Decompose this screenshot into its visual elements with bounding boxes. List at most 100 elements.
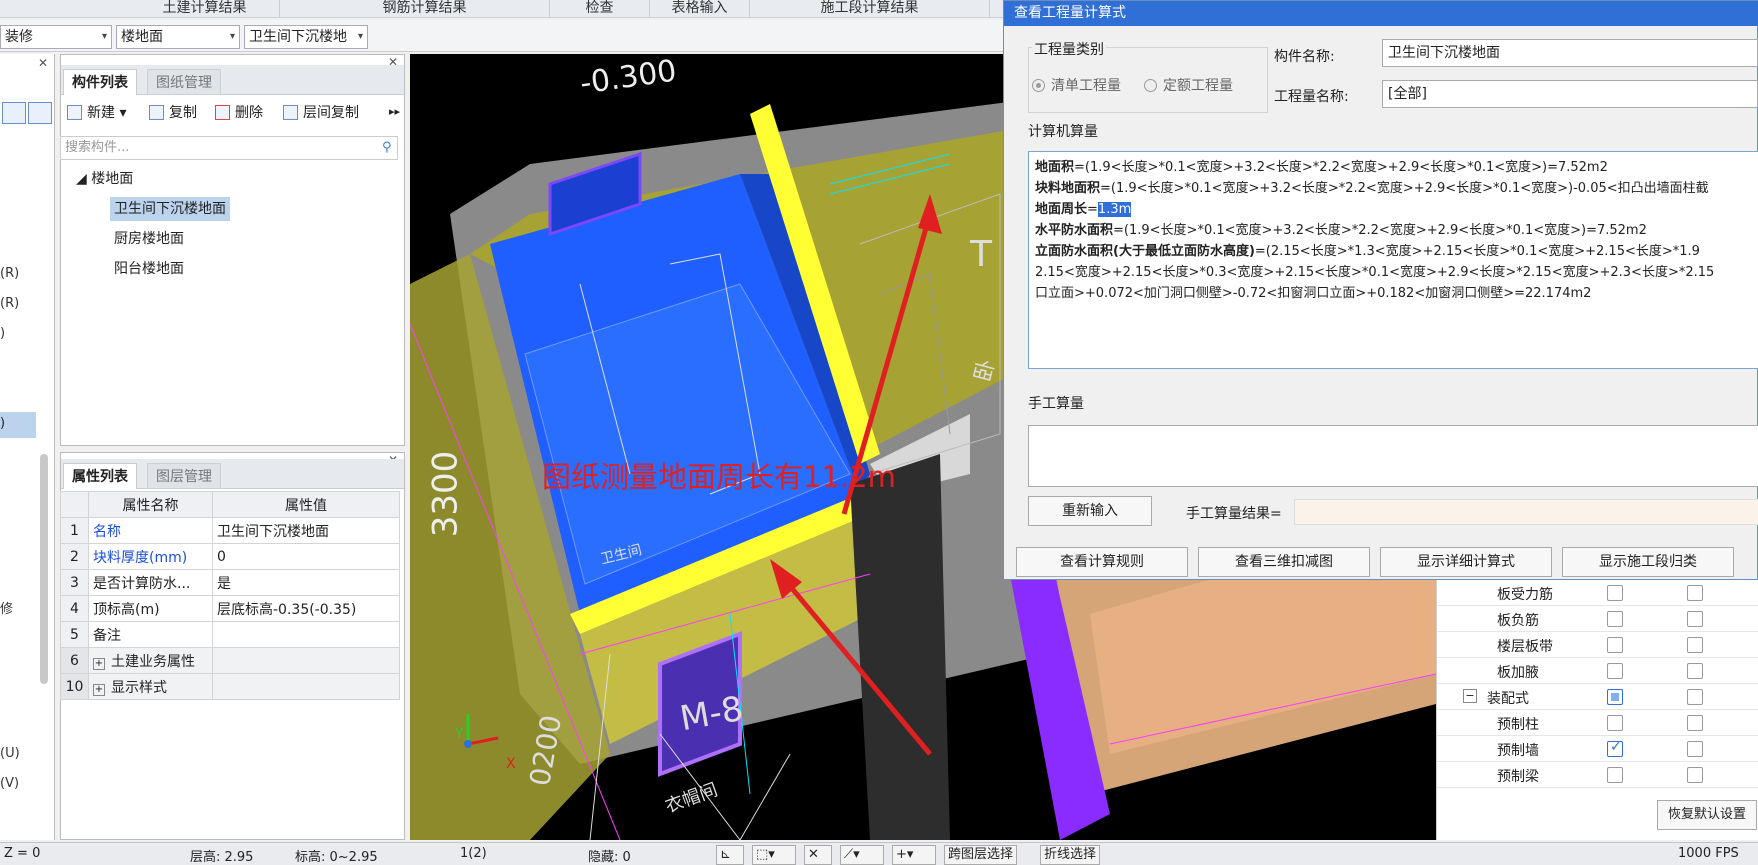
checkbox[interactable]	[1687, 611, 1703, 627]
nav-item-selected[interactable]: )	[0, 412, 36, 438]
nav-item[interactable]: (R)	[0, 296, 19, 311]
radio-bill[interactable]: 清单工程量	[1032, 75, 1121, 95]
expand-icon[interactable]: +	[93, 683, 105, 696]
cross-layer-select-button[interactable]: 跨图层选择	[944, 845, 1018, 865]
scrollbar[interactable]	[40, 454, 48, 684]
tab-component-list[interactable]: 构件列表	[63, 69, 137, 95]
checkbox[interactable]	[1687, 715, 1703, 731]
checkbox[interactable]	[1687, 637, 1703, 653]
show-detail-formula-button[interactable]: 显示详细计算式	[1380, 547, 1552, 577]
calc-formula-text[interactable]: 地面积=(1.9<长度>*0.1<宽度>+3.2<长度>*2.2<宽度>+2.9…	[1028, 151, 1758, 369]
nav-item[interactable]: (U)	[0, 746, 20, 761]
checkbox[interactable]	[1607, 715, 1623, 731]
checkbox[interactable]	[1607, 585, 1623, 601]
close-icon[interactable]: ✕	[38, 56, 48, 70]
checkbox[interactable]	[1607, 767, 1623, 783]
nav-item[interactable]: (R)	[0, 266, 19, 281]
table-row[interactable]: 4 顶标高(m) 层底标高-0.35(-0.35)	[60, 595, 400, 622]
line-tool-icon[interactable]: ⟋▾	[840, 845, 884, 865]
insert-tool-icon[interactable]: +▾	[892, 845, 936, 865]
computer-calc-label: 计算机算量	[1028, 124, 1098, 140]
reenter-button[interactable]: 重新输入	[1028, 496, 1152, 526]
table-row[interactable]: 1 名称 卫生间下沉楼地面	[60, 517, 400, 544]
checkbox[interactable]	[1607, 739, 1623, 757]
tab-property-list[interactable]: 属性列表	[63, 463, 137, 489]
tab-layer-manage[interactable]: 图层管理	[147, 463, 221, 489]
snap-icon[interactable]: ⊾	[716, 845, 744, 865]
display-settings-panel: 板受力筋 板负筋 楼层板带 板加腋 −装配式 预制柱 预制墙 预制梁 恢复默认设…	[1436, 580, 1758, 840]
radio-icon	[1032, 79, 1045, 92]
menu-check[interactable]: 检查	[550, 0, 650, 18]
page-indicator: 1(2)	[460, 846, 487, 861]
table-row[interactable]: 3 是否计算防水... 是	[60, 569, 400, 596]
checkbox[interactable]	[1607, 663, 1623, 679]
view-3d-deduction-button[interactable]: 查看三维扣减图	[1198, 547, 1370, 577]
tree-item-kitchen-floor[interactable]: 厨房楼地面	[110, 227, 188, 251]
manual-calc-input[interactable]	[1028, 425, 1758, 487]
select-mode-icon[interactable]: ⬚▾	[752, 845, 796, 865]
menu-stage-results[interactable]: 施工段计算结果	[750, 0, 990, 18]
component-select[interactable]: 卫生间下沉楼地	[244, 25, 368, 49]
copy-button[interactable]: 复制	[147, 99, 197, 127]
list-view-icon[interactable]	[2, 102, 26, 124]
cross-select-icon[interactable]: ✕	[804, 845, 832, 865]
search-icon[interactable]: ⚲	[382, 140, 392, 155]
delete-icon	[215, 105, 230, 120]
checkbox[interactable]	[1687, 741, 1703, 757]
tree-item-balcony-floor[interactable]: 阳台楼地面	[110, 257, 188, 281]
checkbox[interactable]	[1607, 611, 1623, 627]
nav-item[interactable]: 修	[0, 598, 13, 617]
table-row[interactable]: 2 块料厚度(mm) 0	[60, 543, 400, 570]
list-item: 楼层板带	[1437, 632, 1758, 658]
menu-rebar-results[interactable]: 钢筋计算结果	[300, 0, 550, 18]
manual-result-label: 手工算量结果=	[1186, 506, 1282, 522]
room-label-3: T	[970, 234, 992, 275]
expand-icon[interactable]: +	[93, 657, 105, 670]
list-item: − 装配式	[1437, 684, 1758, 710]
qty-type-label: 工程量类别	[1032, 39, 1106, 59]
delete-button[interactable]: 删除	[213, 99, 263, 127]
list-item: 预制墙	[1437, 736, 1758, 762]
menu-civil-results[interactable]: 土建计算结果	[130, 0, 280, 18]
tree-item-bathroom-floor[interactable]: 卫生间下沉楼地面	[110, 197, 230, 221]
list-item: 板受力筋	[1437, 580, 1758, 606]
qty-name-field[interactable]: [全部]	[1382, 80, 1758, 108]
header-prop-value: 属性值	[212, 491, 400, 518]
show-stage-category-button[interactable]: 显示施工段归类	[1562, 547, 1734, 577]
type-select[interactable]: 楼地面	[116, 25, 240, 49]
checkbox[interactable]	[1687, 585, 1703, 601]
nav-item[interactable]: (V)	[0, 776, 19, 791]
calc-formula-dialog: 查看工程量计算式 工程量类别 清单工程量 定额工程量 构件名称: 卫生间下沉楼地…	[1003, 0, 1758, 580]
z-value: Z = 0	[4, 846, 41, 861]
checkbox[interactable]	[1687, 663, 1703, 679]
detail-view-icon[interactable]	[28, 102, 52, 124]
dialog-title: 查看工程量计算式	[1004, 1, 1758, 26]
tab-drawing-manage[interactable]: 图纸管理	[147, 69, 221, 95]
floor-copy-button[interactable]: 层间复制	[281, 99, 359, 127]
view-calc-rules-button[interactable]: 查看计算规则	[1016, 547, 1188, 577]
checkbox[interactable]	[1607, 689, 1623, 705]
polyline-select-button[interactable]: 折线选择	[1040, 845, 1101, 865]
elevation-range: 标高: 0~2.95	[295, 850, 378, 865]
radio-quota[interactable]: 定额工程量	[1144, 75, 1233, 95]
category-select[interactable]: 装修	[0, 25, 112, 49]
annotation-text: 图纸测量地面周长有11.2m	[542, 460, 896, 494]
manual-result-field	[1294, 499, 1758, 525]
more-icon[interactable]: ▸▸	[389, 105, 400, 118]
table-row[interactable]: 10 + 显示样式	[60, 673, 400, 700]
copy-icon	[149, 105, 164, 120]
search-input[interactable]: 搜索构件...	[60, 136, 398, 160]
header-prop-name: 属性名称	[88, 491, 213, 518]
checkbox[interactable]	[1607, 637, 1623, 653]
nav-item[interactable]: )	[0, 326, 5, 341]
restore-default-button[interactable]: 恢复默认设置	[1657, 800, 1757, 830]
menu-table-input[interactable]: 表格输入	[650, 0, 750, 18]
component-name-field[interactable]: 卫生间下沉楼地面	[1382, 39, 1758, 67]
checkbox[interactable]	[1687, 767, 1703, 783]
collapse-icon[interactable]: −	[1463, 689, 1477, 703]
new-button[interactable]: 新建 ▾	[65, 99, 126, 127]
tree-root[interactable]: ◢ 楼地面	[72, 167, 137, 191]
checkbox[interactable]	[1687, 689, 1703, 705]
table-row[interactable]: 6 + 土建业务属性	[60, 647, 400, 674]
table-row[interactable]: 5 备注	[60, 621, 400, 648]
